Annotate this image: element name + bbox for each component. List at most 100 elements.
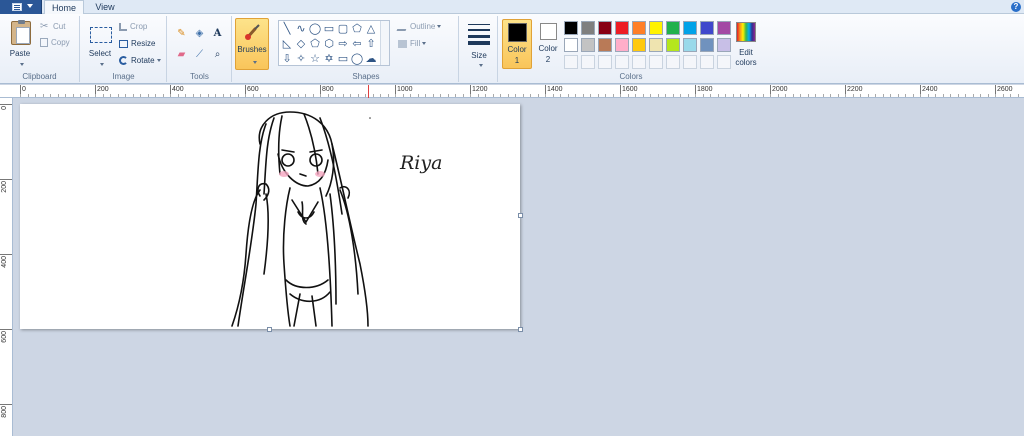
palette-swatch[interactable] — [717, 21, 731, 35]
down-arrow-shape-icon[interactable]: ⇩ — [280, 52, 294, 66]
copy-button[interactable]: Copy — [40, 37, 70, 49]
callout-shape-icon[interactable]: ▭ — [336, 52, 350, 66]
ruler-minor-tick — [1002, 94, 1004, 97]
line-shape-icon[interactable]: ╲ — [280, 22, 294, 36]
palette-swatch[interactable] — [649, 21, 663, 35]
triangle-shape-icon[interactable]: △ — [364, 22, 378, 36]
fill-button[interactable]: Fill — [398, 38, 427, 50]
ruler-minor-tick — [702, 94, 704, 97]
ruler-minor-tick — [500, 94, 501, 97]
brushes-button[interactable]: Brushes — [235, 18, 269, 70]
custom-color-slot[interactable] — [615, 55, 629, 69]
clipboard-group-label: Clipboard — [22, 72, 57, 81]
palette-swatch[interactable] — [632, 21, 646, 35]
palette-swatch[interactable] — [581, 21, 595, 35]
eraser-icon[interactable]: ▰ — [174, 47, 189, 62]
palette-swatch[interactable] — [564, 21, 578, 35]
ruler-minor-tick — [297, 94, 299, 97]
palette-swatch[interactable] — [700, 21, 714, 35]
outline-button[interactable]: Outline — [396, 21, 442, 33]
canvas-resize-handle-right[interactable] — [518, 213, 523, 218]
ruler-minor-tick — [87, 94, 89, 97]
polygon-shape-icon[interactable]: ⬠ — [350, 22, 364, 36]
up-arrow-shape-icon[interactable]: ⇧ — [364, 37, 378, 51]
palette-swatch[interactable] — [666, 21, 680, 35]
ruler-minor-tick — [867, 94, 869, 97]
hexagon-shape-icon[interactable]: ⬡ — [322, 37, 336, 51]
tab-view[interactable]: View — [88, 0, 122, 15]
color2-button[interactable]: Color 2 — [535, 19, 561, 69]
clipboard-group: Paste ✂ Cut Copy Clipboard — [0, 16, 80, 82]
curve-shape-icon[interactable]: ∿ — [294, 22, 308, 36]
custom-color-slot[interactable] — [683, 55, 697, 69]
six-point-star-shape-icon[interactable]: ✡ — [322, 52, 336, 66]
resize-button[interactable]: Resize — [119, 38, 155, 50]
cloud-callout-shape-icon[interactable]: ☁ — [364, 52, 378, 66]
file-menu-button[interactable] — [0, 0, 42, 14]
custom-color-slot[interactable] — [598, 55, 612, 69]
tab-home[interactable]: Home — [44, 0, 84, 15]
rounded-rectangle-shape-icon[interactable]: ▢ — [336, 22, 350, 36]
help-icon[interactable]: ? — [1011, 2, 1021, 12]
rotate-button[interactable]: Rotate — [119, 55, 161, 67]
canvas-resize-handle-corner[interactable] — [518, 327, 523, 332]
custom-color-slot[interactable] — [581, 55, 595, 69]
ruler-label: 0 — [22, 86, 26, 93]
ruler-minor-tick — [560, 94, 561, 97]
custom-color-slot[interactable] — [717, 55, 731, 69]
diamond-shape-icon[interactable]: ◇ — [294, 37, 308, 51]
left-arrow-shape-icon[interactable]: ⇦ — [350, 37, 364, 51]
shapes-scrollbar[interactable] — [380, 21, 389, 65]
custom-color-slot[interactable] — [666, 55, 680, 69]
color-picker-icon[interactable]: ⟋ — [192, 47, 207, 62]
custom-color-slot[interactable] — [649, 55, 663, 69]
text-tool-icon[interactable]: A — [210, 26, 225, 41]
color2-number: 2 — [545, 55, 551, 64]
select-button[interactable]: Select — [83, 18, 117, 70]
right-triangle-shape-icon[interactable]: ◺ — [280, 37, 294, 51]
palette-swatch[interactable] — [598, 38, 612, 52]
chevron-down-icon — [20, 63, 24, 67]
palette-swatch[interactable] — [683, 38, 697, 52]
palette-swatch[interactable] — [632, 38, 646, 52]
palette-swatch[interactable] — [683, 21, 697, 35]
palette-swatch[interactable] — [700, 38, 714, 52]
size-button[interactable]: Size — [462, 18, 496, 70]
palette-swatch[interactable] — [615, 38, 629, 52]
edit-colors-button[interactable]: Edit colors — [731, 18, 761, 70]
crop-button[interactable]: Crop — [119, 21, 147, 33]
custom-color-slot[interactable] — [564, 55, 578, 69]
custom-color-slot[interactable] — [700, 55, 714, 69]
drawing-canvas[interactable]: Riya — [20, 104, 520, 329]
oval-callout-shape-icon[interactable]: ◯ — [350, 52, 364, 66]
custom-color-slot[interactable] — [632, 55, 646, 69]
fill-bucket-icon[interactable]: ◈ — [192, 26, 207, 41]
ruler-minor-tick — [680, 94, 681, 97]
canvas-resize-handle-bottom[interactable] — [267, 327, 272, 332]
palette-swatch[interactable] — [598, 21, 612, 35]
palette-swatch[interactable] — [564, 38, 578, 52]
five-point-star-shape-icon[interactable]: ☆ — [308, 52, 322, 66]
rectangle-shape-icon[interactable]: ▭ — [322, 22, 336, 36]
colors-group-label: Colors — [619, 72, 643, 81]
ruler-minor-tick — [530, 94, 531, 97]
palette-swatch[interactable] — [649, 38, 663, 52]
ruler-minor-tick — [522, 94, 524, 97]
magnifier-icon[interactable]: ⌕ — [210, 47, 225, 62]
palette-swatch[interactable] — [615, 21, 629, 35]
ruler-minor-tick — [380, 94, 381, 97]
pencil-icon[interactable]: ✎ — [174, 26, 189, 41]
ruler-minor-tick — [357, 94, 359, 97]
palette-swatch[interactable] — [581, 38, 595, 52]
palette-swatch[interactable] — [717, 38, 731, 52]
oval-shape-icon[interactable]: ◯ — [308, 22, 322, 36]
paste-button[interactable]: Paste — [2, 18, 38, 70]
right-arrow-shape-icon[interactable]: ⇨ — [336, 37, 350, 51]
brushes-group: Brushes — [233, 16, 273, 82]
cut-button[interactable]: ✂ Cut — [40, 21, 65, 33]
ruler-major-tick — [0, 104, 12, 105]
color1-button[interactable]: Color 1 — [502, 19, 532, 69]
pentagon-shape-icon[interactable]: ⬠ — [308, 37, 322, 51]
palette-swatch[interactable] — [666, 38, 680, 52]
four-point-star-shape-icon[interactable]: ✧ — [294, 52, 308, 66]
